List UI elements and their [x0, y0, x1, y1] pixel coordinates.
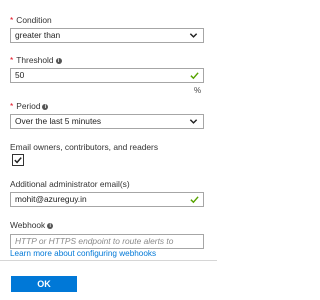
period-label: * Period i	[10, 101, 49, 111]
email-owners-checkbox[interactable]	[12, 154, 24, 166]
condition-label: * Condition	[10, 15, 52, 25]
info-icon[interactable]: i	[47, 223, 54, 229]
admin-email-input[interactable]: mohit@azureguy.in	[10, 192, 204, 207]
condition-dropdown[interactable]: greater than	[10, 28, 204, 43]
email-owners-label: Email owners, contributors, and readers	[10, 142, 159, 152]
info-icon[interactable]: i	[55, 58, 62, 64]
threshold-label: * Threshold i	[10, 55, 62, 65]
ok-button[interactable]: OK	[11, 276, 77, 292]
threshold-value: 50	[15, 70, 25, 80]
webhook-placeholder: HTTP or HTTPS endpoint to route alerts t…	[15, 236, 174, 246]
checkmark-icon	[190, 72, 199, 80]
period-dropdown[interactable]: Over the last 5 minutes	[10, 114, 204, 129]
period-value: Over the last 5 minutes	[15, 116, 102, 126]
webhook-label: Webhook i	[10, 220, 54, 230]
required-asterisk: *	[10, 101, 14, 111]
admin-email-label: Additional administrator email(s)	[10, 179, 130, 189]
required-asterisk: *	[10, 55, 14, 65]
footer-divider	[0, 260, 217, 261]
checkbox-check-icon	[14, 157, 22, 164]
webhook-input[interactable]: HTTP or HTTPS endpoint to route alerts t…	[10, 234, 204, 249]
admin-email-value: mohit@azureguy.in	[15, 194, 87, 204]
threshold-input[interactable]: 50	[10, 68, 204, 83]
chevron-down-icon	[189, 33, 198, 38]
required-asterisk: *	[10, 15, 14, 25]
condition-value: greater than	[15, 30, 61, 40]
checkmark-icon	[190, 196, 199, 204]
chevron-down-icon	[189, 119, 198, 124]
threshold-unit: %	[194, 86, 202, 95]
learn-more-webhooks-link[interactable]: Learn more about configuring webhooks	[10, 249, 156, 258]
info-icon[interactable]: i	[42, 104, 49, 110]
